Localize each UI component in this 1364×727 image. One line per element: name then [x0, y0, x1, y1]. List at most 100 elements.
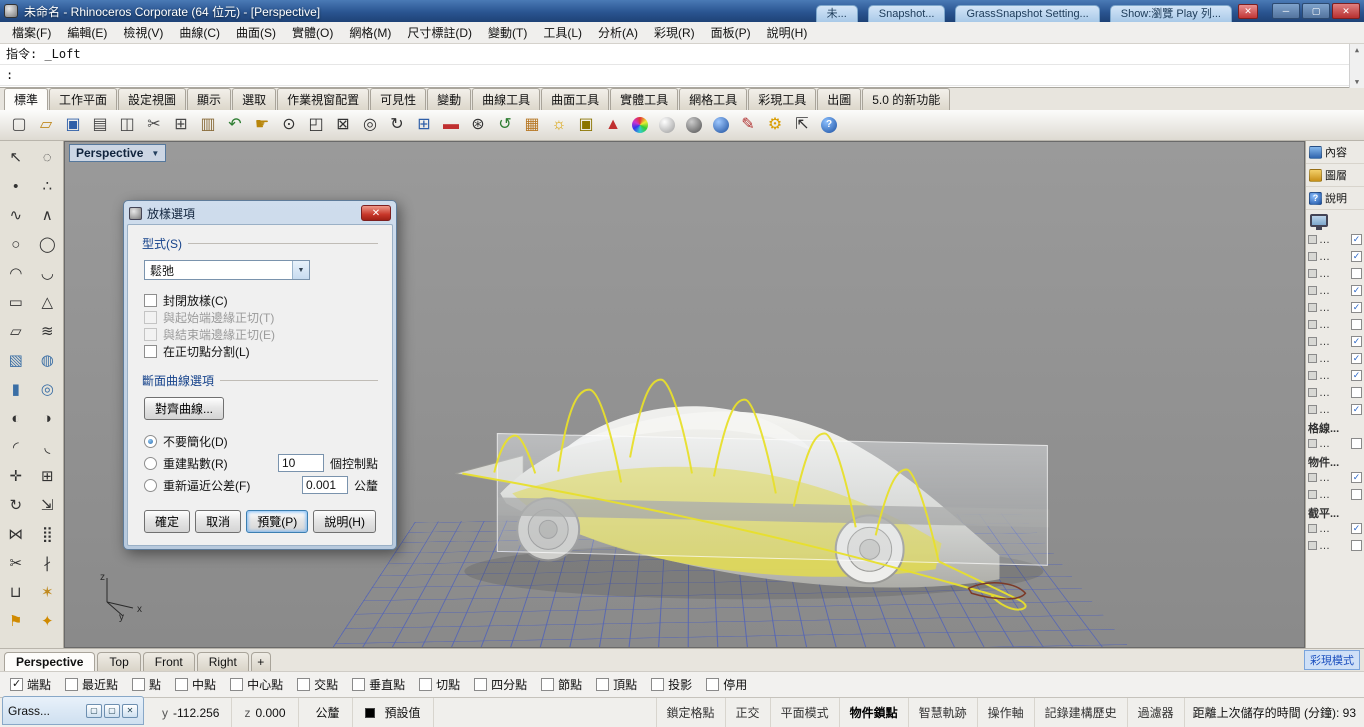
menu-item[interactable]: 說明(H) [759, 22, 816, 43]
move-icon[interactable]: ✛ [0, 462, 32, 491]
pan-icon[interactable]: ☛ [249, 112, 275, 138]
osnap-checkbox[interactable] [474, 678, 488, 691]
lasso-select-icon[interactable]: ◌ [32, 143, 64, 172]
ellipse-icon[interactable]: ◯ [32, 230, 64, 259]
value-field[interactable]: 0.001 [301, 476, 348, 494]
command-input[interactable]: : [0, 65, 1364, 86]
loft-style-dropdown[interactable]: 鬆弛 ▼ [144, 260, 310, 280]
polygon-icon[interactable]: △ [32, 288, 64, 317]
rotate-icon[interactable]: ↻ [0, 491, 32, 520]
option-checkbox[interactable] [1351, 540, 1362, 551]
open-file-icon[interactable]: ▱ [33, 112, 59, 138]
osnap-toggle[interactable]: 交點 [297, 676, 338, 693]
option-checkbox[interactable] [1351, 353, 1362, 364]
osnap-toggle[interactable]: 點 [132, 676, 161, 693]
toolbar-tab[interactable]: 標準 [4, 88, 49, 110]
zoom-window-icon[interactable]: ◰ [303, 112, 329, 138]
render-icon[interactable]: ▲ [600, 112, 626, 138]
flag-icon[interactable]: ⚑ [0, 607, 32, 636]
cylinder-icon[interactable]: ▮ [0, 375, 32, 404]
panel-tab-properties[interactable]: 內容 [1306, 141, 1364, 164]
osnap-checkbox[interactable] [596, 678, 610, 691]
menu-item[interactable]: 實體(O) [284, 22, 341, 43]
mirror-icon[interactable]: ⋈ [0, 520, 32, 549]
osnap-toggle[interactable]: 中點 [175, 676, 216, 693]
osnap-toggle[interactable]: 端點 [10, 676, 51, 693]
named-view-icon[interactable]: ▦ [519, 112, 545, 138]
select-tool-icon[interactable]: ↖ [0, 143, 32, 172]
osnap-toggle[interactable]: 最近點 [65, 676, 118, 693]
toolbar-tab[interactable]: 網格工具 [679, 88, 748, 110]
loft-icon[interactable]: ≋ [32, 317, 64, 346]
maximize-button[interactable]: ▢ [1302, 3, 1330, 19]
display-option-row[interactable]: … [1306, 537, 1364, 554]
checkbox-box[interactable] [144, 311, 157, 324]
osnap-checkbox[interactable] [352, 678, 366, 691]
display-option-row[interactable]: … [1306, 469, 1364, 486]
osnap-toggle[interactable]: 切點 [419, 676, 460, 693]
background-tab[interactable]: Snapshot... [867, 5, 946, 22]
toolbar-tab[interactable]: 可見性 [370, 88, 427, 110]
display-option-row[interactable]: … [1306, 316, 1364, 333]
menu-item[interactable]: 面板(P) [703, 22, 759, 43]
osnap-toggle[interactable]: 中心點 [230, 676, 283, 693]
viewport-tab[interactable]: Front [142, 652, 195, 671]
osnap-checkbox[interactable] [10, 677, 23, 691]
option-checkbox[interactable] [1351, 302, 1362, 313]
menu-item[interactable]: 尺寸標註(D) [399, 22, 480, 43]
undo-icon[interactable]: ↶ [222, 112, 248, 138]
close-button[interactable]: ✕ [1332, 3, 1360, 19]
sphere-icon[interactable]: ◍ [32, 346, 64, 375]
zoom-dynamic-icon[interactable]: ⊙ [276, 112, 302, 138]
conic-icon[interactable]: ◡ [32, 259, 64, 288]
display-option-row[interactable]: … [1306, 248, 1364, 265]
copy-object-icon[interactable]: ⊞ [32, 462, 64, 491]
osnap-checkbox[interactable] [419, 678, 433, 691]
trim-icon[interactable]: ✂ [0, 549, 32, 578]
rotate-view-icon[interactable]: ↻ [384, 112, 410, 138]
paint-icon[interactable]: ✦ [32, 607, 64, 636]
display-mode-chip[interactable]: 彩現模式 [1304, 650, 1360, 670]
checkbox-box[interactable] [144, 345, 157, 358]
display-option-row[interactable]: … [1306, 520, 1364, 537]
option-checkbox[interactable] [1351, 472, 1362, 483]
toolbar-tab[interactable]: 彩現工具 [748, 88, 817, 110]
options-gear-icon[interactable]: ⚙ [762, 112, 788, 138]
help-button[interactable]: 說明(H) [313, 510, 376, 533]
screenshot-icon[interactable]: ◫ [114, 112, 140, 138]
surface-icon[interactable]: ▱ [0, 317, 32, 346]
radio-button[interactable] [144, 434, 157, 448]
menu-item[interactable]: 檢視(V) [115, 22, 171, 43]
display-option-row[interactable]: 格線... [1306, 418, 1364, 435]
toolbar-tab[interactable]: 5.0 的新功能 [862, 88, 951, 110]
background-tab[interactable]: Show:瀏覽 Play 列... [1109, 5, 1232, 22]
loft-option-checkbox[interactable]: 與起始端邊緣正切(T) [144, 309, 378, 326]
paste-icon[interactable]: ▥ [195, 112, 221, 138]
chamfer-icon[interactable]: ◟ [32, 433, 64, 462]
help-icon[interactable]: ? [816, 112, 842, 138]
radio-button[interactable] [144, 478, 157, 492]
cancel-button[interactable]: 取消 [195, 510, 242, 533]
ok-button[interactable]: 確定 [144, 510, 191, 533]
render-sphere-dark-icon[interactable] [681, 112, 707, 138]
toolbar-tab[interactable]: 曲線工具 [472, 88, 541, 110]
option-checkbox[interactable] [1351, 523, 1362, 534]
osnap-toggle[interactable]: 投影 [651, 676, 692, 693]
panel-tab-layers[interactable]: 圖層 [1306, 164, 1364, 187]
preview-button[interactable]: 預覽(P) [246, 510, 309, 533]
background-close-icon[interactable]: ✕ [1238, 3, 1258, 19]
display-option-row[interactable]: … [1306, 282, 1364, 299]
osnap-toggle[interactable]: 垂直點 [352, 676, 405, 693]
scale-icon[interactable]: ⇲ [32, 491, 64, 520]
checkbox-box[interactable] [144, 294, 157, 307]
value-field[interactable]: 10 [277, 454, 324, 472]
option-checkbox[interactable] [1351, 387, 1362, 398]
viewport-tab[interactable]: Top [97, 652, 141, 671]
toolbar-tab[interactable]: 變動 [427, 88, 472, 110]
display-option-row[interactable]: … [1306, 367, 1364, 384]
osnap-checkbox[interactable] [651, 678, 665, 691]
background-tab[interactable]: GrassSnapshot Setting... [955, 5, 1100, 22]
zoom-extents-icon[interactable]: ⊠ [330, 112, 356, 138]
osnap-toggle[interactable]: 停用 [706, 676, 747, 693]
option-checkbox[interactable] [1351, 404, 1362, 415]
